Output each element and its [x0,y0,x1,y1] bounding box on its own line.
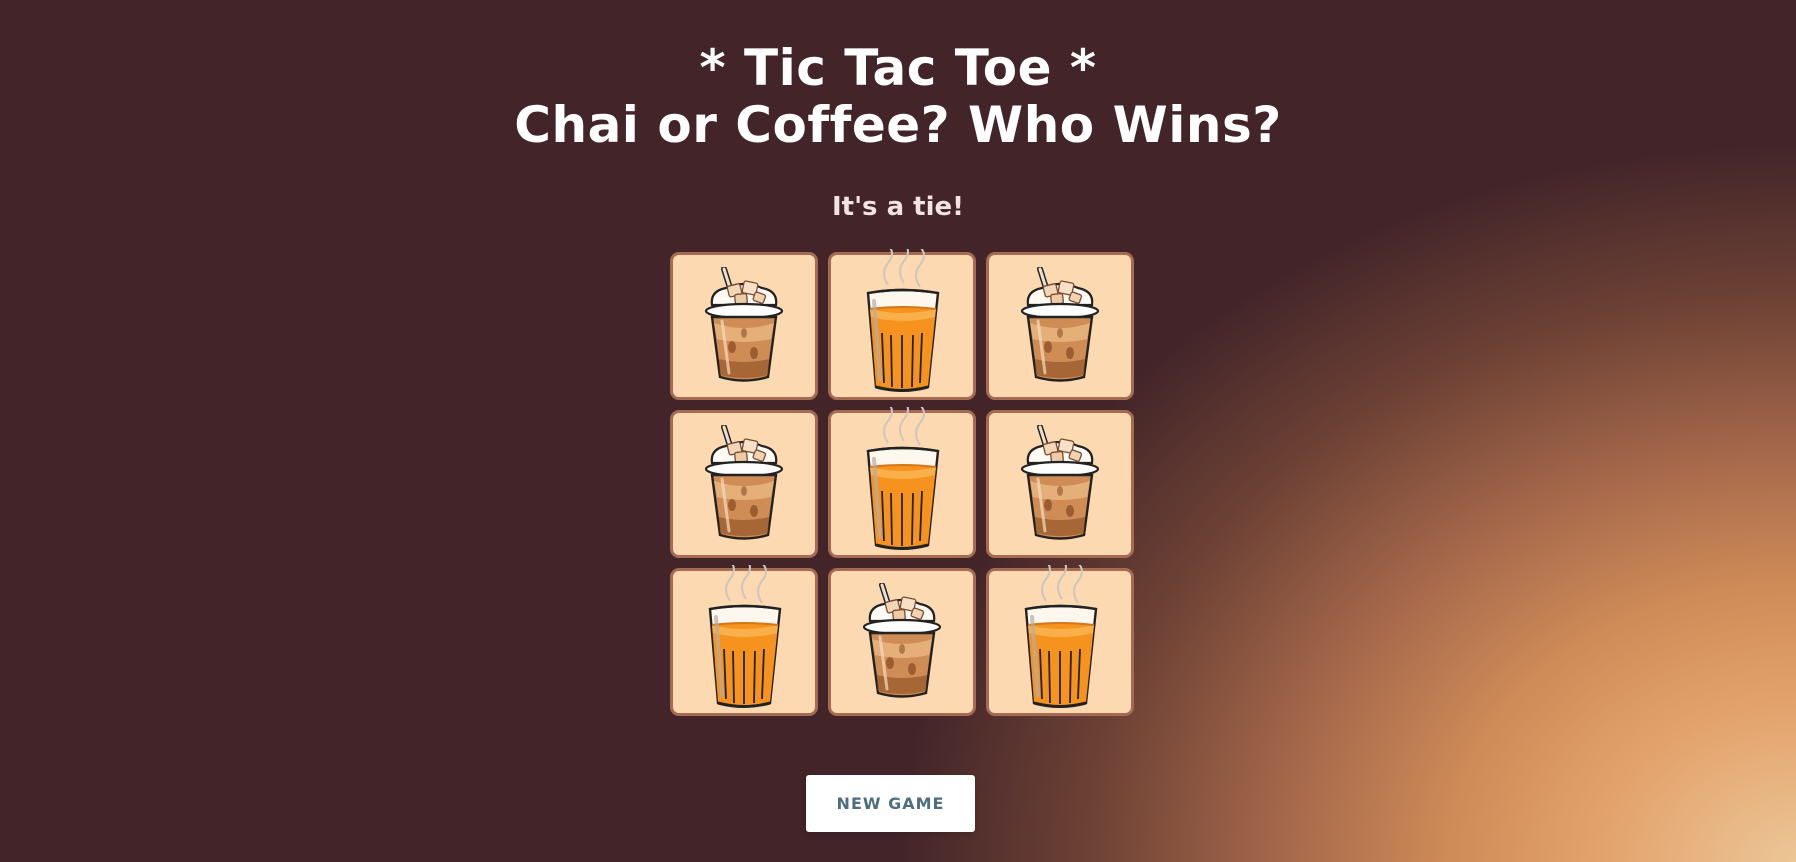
iced-coffee-icon [860,583,944,701]
chai-glass-icon [860,407,944,555]
title-line-1: * Tic Tac Toe * [699,39,1097,97]
board-cell[interactable] [828,407,976,558]
title-line-2: Chai or Coffee? Who Wins? [514,96,1282,154]
board-cell[interactable] [986,252,1134,400]
chai-glass-icon [1018,565,1102,713]
iced-coffee-icon [1018,267,1102,385]
iced-coffee-icon [1018,425,1102,543]
board-cell[interactable] [986,565,1134,716]
iced-coffee-icon [702,425,786,543]
game-board [670,249,1134,716]
iced-coffee-icon [702,267,786,385]
new-game-button[interactable]: NEW GAME [806,775,975,832]
board-cell[interactable] [670,410,818,558]
board-cell[interactable] [670,252,818,400]
page-title: * Tic Tac Toe * Chai or Coffee? Who Wins… [0,40,1796,154]
chai-glass-icon [702,565,786,713]
board-cell[interactable] [986,410,1134,558]
game-status: It's a tie! [831,192,965,222]
board-cell[interactable] [670,565,818,716]
chai-glass-icon [860,249,944,397]
board-cell[interactable] [828,568,976,716]
board-cell[interactable] [828,249,976,400]
